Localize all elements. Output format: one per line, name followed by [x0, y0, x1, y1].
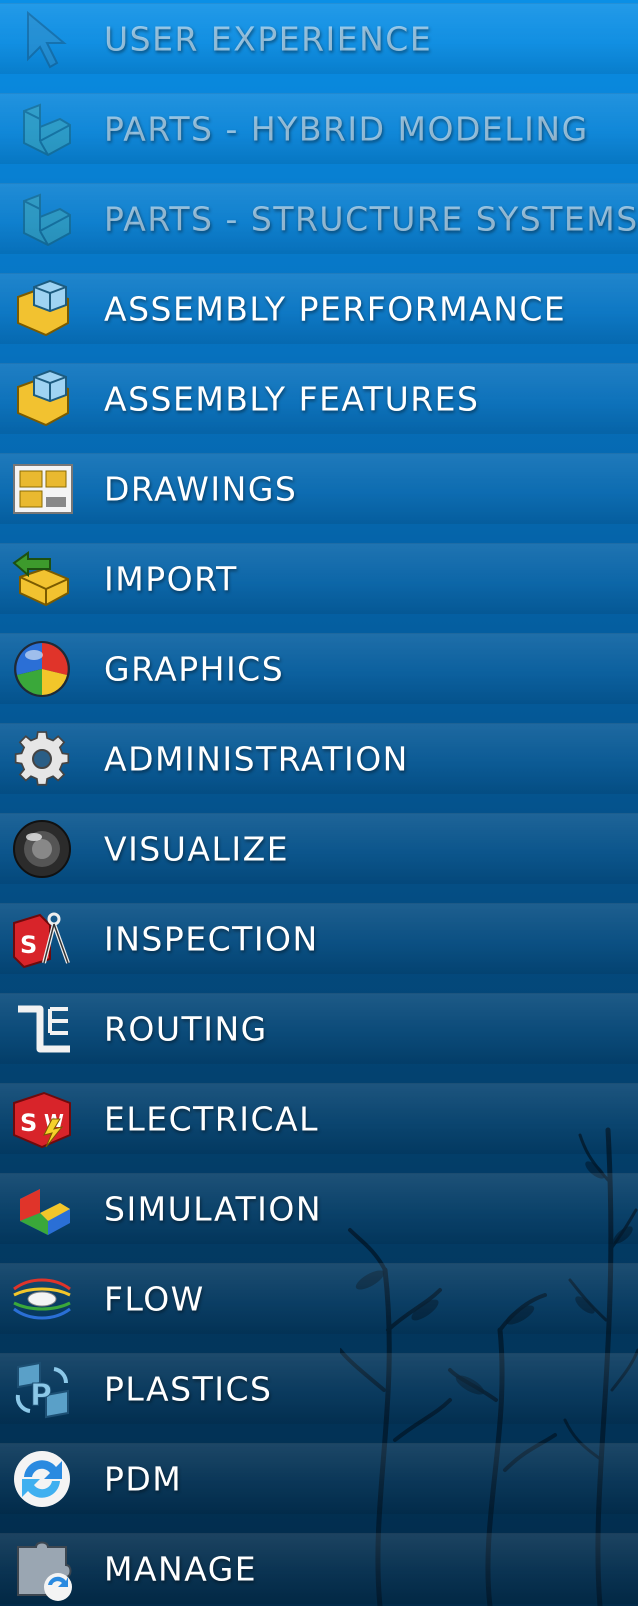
menu-item-label: SIMULATION: [104, 1189, 323, 1229]
menu-item-label: PARTS - STRUCTURE SYSTEMS: [104, 199, 638, 239]
menu-item-label: ADMINISTRATION: [104, 739, 409, 779]
menu-item-manage[interactable]: MANAGE: [0, 1533, 638, 1604]
menu-item-label: ASSEMBLY FEATURES: [104, 379, 480, 419]
menu-item-routing[interactable]: ROUTING: [0, 993, 638, 1064]
menu-item-user-experience[interactable]: USER EXPERIENCE: [0, 3, 638, 74]
feature-menu: USER EXPERIENCE PARTS - HYBRID MODELING …: [0, 0, 638, 1606]
menu-item-drawings[interactable]: DRAWINGS: [0, 453, 638, 524]
menu-item-label: ROUTING: [104, 1009, 268, 1049]
part-block-icon: [8, 99, 76, 159]
inspection-caliper-icon: S: [8, 909, 76, 969]
menu-item-parts-structure-systems[interactable]: PARTS - STRUCTURE SYSTEMS: [0, 183, 638, 254]
menu-item-electrical[interactable]: SW ELECTRICAL: [0, 1083, 638, 1154]
menu-item-label: PARTS - HYBRID MODELING: [104, 109, 589, 149]
drawing-sheet-icon: [8, 459, 76, 519]
plastics-icon: P: [8, 1359, 76, 1419]
menu-item-import[interactable]: IMPORT: [0, 543, 638, 614]
graphics-sphere-icon: [8, 639, 76, 699]
svg-text:P: P: [30, 1378, 52, 1413]
menu-item-label: PDM: [104, 1459, 183, 1499]
svg-text:S: S: [20, 1109, 37, 1137]
menu-item-label: INSPECTION: [104, 919, 319, 959]
menu-item-administration[interactable]: ADMINISTRATION: [0, 723, 638, 794]
simulation-icon: [8, 1179, 76, 1239]
part-block-icon: [8, 189, 76, 249]
cursor-arrow-icon: [8, 9, 76, 69]
menu-item-label: GRAPHICS: [104, 649, 285, 689]
visualize-sphere-icon: [8, 819, 76, 879]
flow-icon: [8, 1269, 76, 1329]
menu-item-assembly-performance[interactable]: ASSEMBLY PERFORMANCE: [0, 273, 638, 344]
menu-item-parts-hybrid-modeling[interactable]: PARTS - HYBRID MODELING: [0, 93, 638, 164]
menu-item-label: ELECTRICAL: [104, 1099, 319, 1139]
menu-item-label: PLASTICS: [104, 1369, 273, 1409]
menu-item-assembly-features[interactable]: ASSEMBLY FEATURES: [0, 363, 638, 434]
menu-item-label: IMPORT: [104, 559, 238, 599]
menu-item-simulation[interactable]: SIMULATION: [0, 1173, 638, 1244]
assembly-icon: [8, 279, 76, 339]
svg-text:S: S: [20, 931, 37, 959]
menu-item-visualize[interactable]: VISUALIZE: [0, 813, 638, 884]
assembly-icon: [8, 369, 76, 429]
menu-item-label: MANAGE: [104, 1549, 258, 1589]
menu-item-pdm[interactable]: PDM: [0, 1443, 638, 1514]
pdm-sync-icon: [8, 1449, 76, 1509]
manage-puzzle-icon: [8, 1539, 76, 1601]
import-icon: [8, 549, 76, 609]
menu-item-label: DRAWINGS: [104, 469, 298, 509]
menu-item-label: ASSEMBLY PERFORMANCE: [104, 289, 567, 329]
menu-item-plastics[interactable]: P PLASTICS: [0, 1353, 638, 1424]
menu-item-inspection[interactable]: S INSPECTION: [0, 903, 638, 974]
gear-icon: [8, 729, 76, 789]
menu-item-label: FLOW: [104, 1279, 205, 1319]
routing-pipe-icon: [8, 999, 76, 1059]
menu-item-label: USER EXPERIENCE: [104, 19, 433, 59]
menu-item-flow[interactable]: FLOW: [0, 1263, 638, 1334]
electrical-sw-icon: SW: [8, 1089, 76, 1149]
menu-item-graphics[interactable]: GRAPHICS: [0, 633, 638, 704]
menu-item-label: VISUALIZE: [104, 829, 290, 869]
